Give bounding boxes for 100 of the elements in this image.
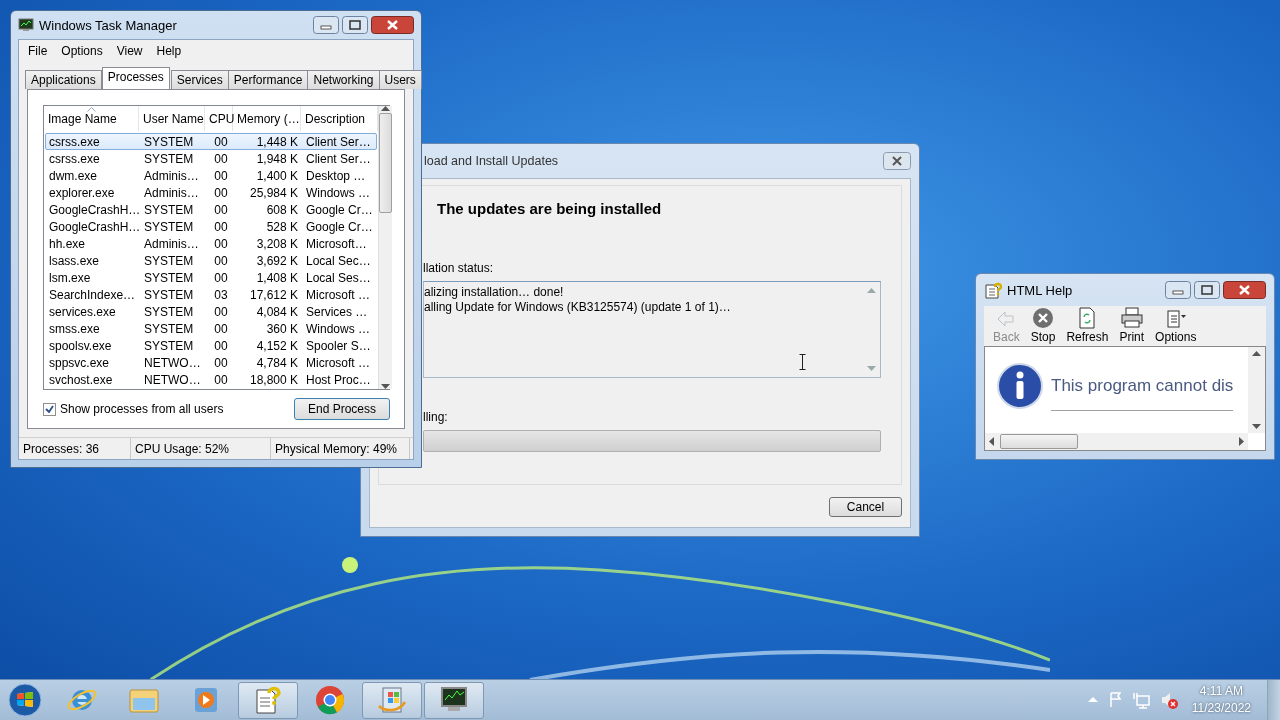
close-button[interactable] <box>1223 281 1266 299</box>
column-header[interactable]: User Name <box>139 106 205 131</box>
minimize-button[interactable] <box>313 16 339 34</box>
close-button[interactable] <box>883 152 911 170</box>
table-cell-text: 00 <box>213 372 229 387</box>
tab[interactable]: Services <box>170 70 229 89</box>
process-row[interactable]: services.exe SYSTEM 00 4,084 K Services … <box>45 303 377 320</box>
process-row[interactable]: GoogleCrashH… SYSTEM 00 608 K Google Cr… <box>45 201 377 218</box>
speaker-muted-icon[interactable] <box>1159 691 1180 709</box>
menu-item[interactable]: Help <box>149 43 189 58</box>
window-title: HTML Help <box>1007 282 1073 298</box>
process-row[interactable]: lsass.exe SYSTEM 00 3,692 K Local Sec… <box>45 252 377 269</box>
printer-icon <box>1120 307 1143 329</box>
table-cell-text: 1,400 K <box>255 168 299 183</box>
scrollbar[interactable] <box>985 433 1248 450</box>
process-row[interactable]: GoogleCrashH… SYSTEM 00 528 K Google Cr… <box>45 218 377 235</box>
table-cell-text: SYSTEM <box>143 219 195 234</box>
window-update-icon <box>376 684 408 716</box>
table-cell-text: 00 <box>213 236 229 251</box>
table-cell-text: 00 <box>213 168 229 183</box>
table-cell-text: 1,408 K <box>255 270 299 285</box>
tab[interactable]: Applications <box>25 70 102 89</box>
table-cell-text: Microsoft … <box>305 355 371 370</box>
scroll-right-icon[interactable] <box>1239 437 1244 446</box>
table-cell-text: Desktop … <box>305 168 367 183</box>
tab[interactable]: Users <box>378 70 422 89</box>
log-line: alizing installation… done! <box>424 285 565 299</box>
table-cell-text: SYSTEM <box>143 202 195 217</box>
process-row[interactable]: sppsvc.exe NETWO… 00 4,784 K Microsoft … <box>45 354 377 371</box>
column-header[interactable]: Memory (… <box>233 106 301 131</box>
scroll-left-icon[interactable] <box>989 437 994 446</box>
table-cell-text: Client Ser… <box>305 134 372 149</box>
menu-item[interactable]: File <box>21 43 55 58</box>
print-button[interactable]: Print <box>1114 307 1150 344</box>
table-cell-text: csrss.exe <box>48 151 101 166</box>
task-manager-icon <box>18 18 34 32</box>
tab[interactable]: Processes <box>101 67 170 89</box>
table-cell-text: 18,800 K <box>248 372 299 387</box>
scroll-down-icon[interactable] <box>1252 424 1261 429</box>
stop-button[interactable]: Stop <box>1025 307 1061 344</box>
tab[interactable]: Performance <box>227 70 309 89</box>
table-cell-text: SYSTEM <box>143 321 195 336</box>
checkmark-icon <box>45 405 54 413</box>
table-cell-text: Windows … <box>305 321 371 336</box>
table-cell-text: 608 K <box>265 202 299 217</box>
column-header[interactable]: Description <box>301 106 378 131</box>
table-cell-text: explorer.exe <box>48 185 116 200</box>
menu-item[interactable]: Options <box>54 43 110 58</box>
options-button[interactable]: Options <box>1150 307 1202 344</box>
process-row[interactable]: spoolsv.exe SYSTEM 00 4,152 K Spooler S… <box>45 337 377 354</box>
table-cell-text: Local Sec… <box>305 253 372 268</box>
table-cell-text: 25,984 K <box>248 185 299 200</box>
cancel-button[interactable]: Cancel <box>829 497 902 517</box>
maximize-button[interactable] <box>1194 281 1220 299</box>
scroll-down-icon[interactable] <box>380 384 390 389</box>
column-header[interactable]: CPU <box>205 106 233 131</box>
refresh-button[interactable]: Refresh <box>1061 307 1114 344</box>
process-row[interactable]: smss.exe SYSTEM 00 360 K Windows … <box>45 320 377 337</box>
taskbar-button[interactable] <box>424 681 484 719</box>
table-cell-text: 360 K <box>265 321 299 336</box>
table-cell-text: 00 <box>213 134 229 149</box>
process-row[interactable]: lsm.exe SYSTEM 00 1,408 K Local Ses… <box>45 269 377 286</box>
scrollbar[interactable] <box>1248 347 1265 433</box>
table-cell-text: Adminis… <box>143 236 200 251</box>
table-cell-text: Host Proc… <box>305 372 372 387</box>
tab[interactable]: Networking <box>307 70 380 89</box>
clock-date: 11/23/2022 <box>1191 700 1251 717</box>
table-cell-text: 17,612 K <box>248 287 299 302</box>
field-label: lling: <box>423 410 449 424</box>
table-cell-text: 00 <box>213 304 229 319</box>
process-row[interactable]: csrss.exe SYSTEM 00 1,948 K Client Ser… <box>45 150 377 167</box>
process-row[interactable]: dwm.exe Adminis… 00 1,400 K Desktop … <box>45 167 377 184</box>
checkbox[interactable] <box>43 402 56 416</box>
menu-item[interactable]: View <box>109 43 150 58</box>
checkbox-label: Show processes from all users <box>60 402 224 416</box>
dialog-heading: The updates are being installed <box>437 200 663 217</box>
process-row[interactable]: hh.exe Adminis… 00 3,208 K Microsoft… <box>45 235 377 252</box>
process-row[interactable]: csrss.exe SYSTEM 00 1,448 K Client Ser… <box>45 133 377 150</box>
table-cell-text: Adminis… <box>143 168 200 183</box>
table-cell-text: 4,084 K <box>255 304 299 319</box>
scrollbar[interactable] <box>377 106 392 389</box>
process-row[interactable]: svchost.exe NETWO… 00 18,800 K Host Proc… <box>45 371 377 388</box>
table-cell-text: 3,208 K <box>255 236 299 251</box>
table-cell-text: hh.exe <box>48 236 87 251</box>
start-button[interactable] <box>8 683 42 717</box>
process-row[interactable]: explorer.exe Adminis… 00 25,984 K Windows … <box>45 184 377 201</box>
end-process-button[interactable]: End Process <box>294 398 390 420</box>
table-cell-text: 00 <box>213 355 229 370</box>
minimize-button[interactable] <box>1165 281 1191 299</box>
status-text: Physical Memory: 49% <box>271 438 410 459</box>
field-label: llation status: <box>423 261 495 275</box>
close-button[interactable] <box>371 16 414 34</box>
table-cell-text: SearchIndexe… <box>48 287 137 302</box>
scroll-up-icon[interactable] <box>380 106 390 111</box>
process-row[interactable]: SearchIndexe… SYSTEM 03 17,612 K Microsoft … <box>45 286 377 303</box>
scroll-up-icon[interactable] <box>1252 351 1261 356</box>
maximize-button[interactable] <box>342 16 368 34</box>
table-cell-text: 00 <box>213 202 229 217</box>
table-cell-text: Client Ser… <box>305 151 372 166</box>
column-header[interactable]: Image Name <box>44 106 139 131</box>
